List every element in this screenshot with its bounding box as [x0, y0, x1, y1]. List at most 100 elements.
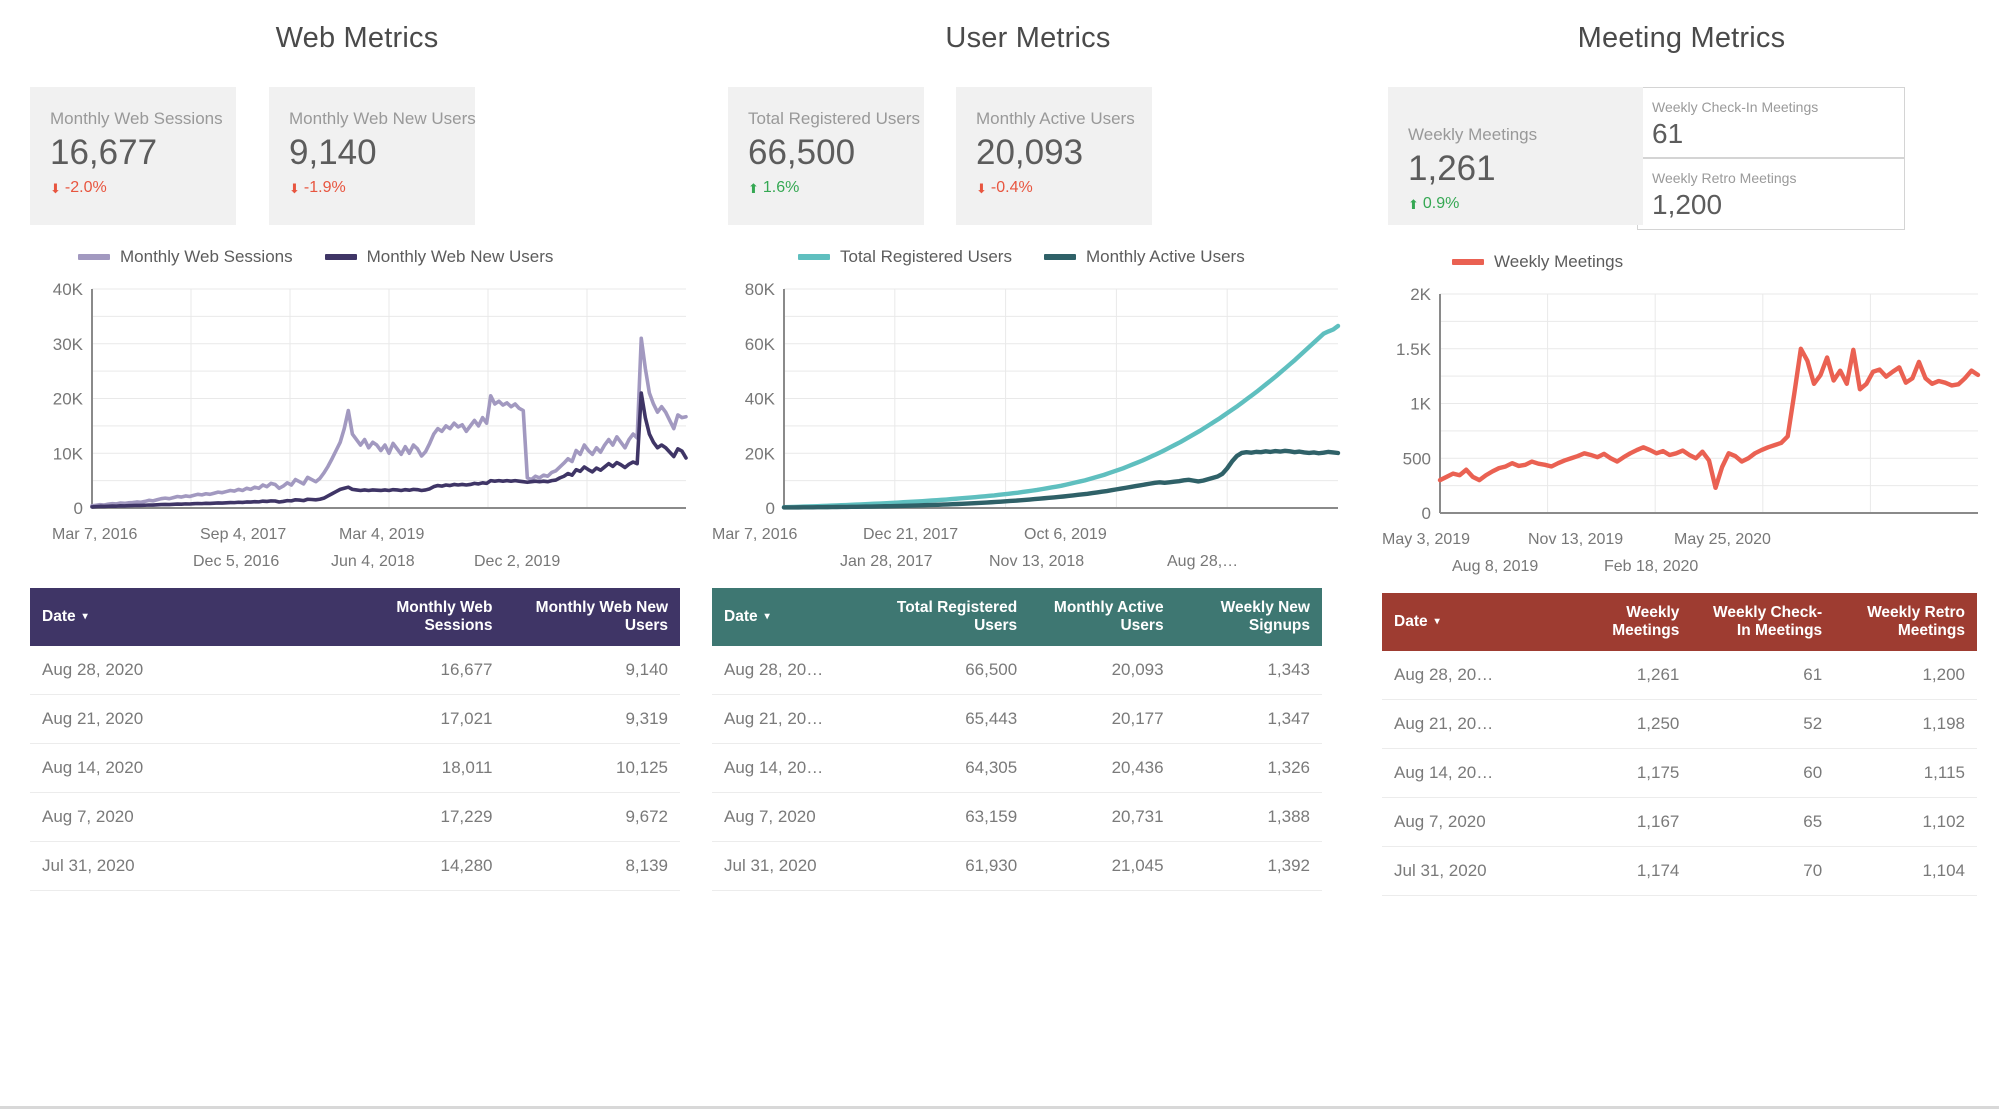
cell-value: 70: [1691, 846, 1835, 896]
table-row[interactable]: Aug 7, 2020 63,159 20,731 1,388: [712, 792, 1322, 842]
cell-value: 1,174: [1548, 846, 1692, 896]
chart-user-metrics[interactable]: 0 20K 40K 60K 80K: [712, 281, 1344, 526]
scorecard-label: Total Registered Users: [748, 109, 920, 128]
legend-label: Weekly Meetings: [1494, 252, 1624, 271]
scorecard-delta-value: 1.6%: [762, 179, 800, 196]
cell-date: Aug 7, 2020: [30, 792, 329, 842]
legend-item[interactable]: Monthly Web Sessions: [78, 247, 293, 267]
table-header-row: Date ▾ Monthly Web Sessions Monthly Web N…: [30, 588, 680, 646]
sort-caret-icon: ▾: [1434, 615, 1440, 627]
scorecard-delta: ⬇ -1.9%: [289, 179, 475, 197]
svg-text:10K: 10K: [53, 444, 84, 463]
x-tick-label: May 25, 2020: [1674, 531, 1771, 548]
cell-value: 63,159: [882, 792, 1030, 842]
scorecard-weekly-retro-meetings[interactable]: Weekly Retro Meetings 1,200: [1638, 157, 1904, 229]
cell-date: Aug 7, 2020: [1382, 797, 1549, 847]
column-header-monthly-web-new-users[interactable]: Monthly Web New Users: [504, 588, 680, 646]
svg-text:40K: 40K: [745, 390, 776, 409]
scorecard-monthly-web-sessions[interactable]: Monthly Web Sessions 16,677 ⬇ -2.0%: [30, 87, 236, 225]
svg-text:500: 500: [1403, 449, 1431, 468]
table-row[interactable]: Jul 31, 2020 1,174 70 1,104: [1382, 846, 1977, 896]
column-header-monthly-web-sessions[interactable]: Monthly Web Sessions: [329, 588, 505, 646]
cell-value: 20,093: [1029, 646, 1176, 695]
chart-x-labels-user: Mar 7, 2016 Jan 28, 2017 Dec 21, 2017 No…: [712, 526, 1344, 582]
table-web-metrics[interactable]: Date ▾ Monthly Web Sessions Monthly Web N…: [30, 588, 680, 891]
cell-value: 1,167: [1548, 797, 1692, 847]
table-row[interactable]: Jul 31, 2020 14,280 8,139: [30, 841, 680, 891]
scorecard-delta: ⬆ 1.6%: [748, 179, 924, 197]
cell-value: 10,125: [504, 743, 680, 793]
svg-text:40K: 40K: [53, 281, 84, 299]
cell-value: 20,436: [1029, 743, 1176, 793]
legend-label: Total Registered Users: [840, 247, 1012, 266]
cell-value: 21,045: [1029, 841, 1176, 891]
scorecard-value: 1,261: [1408, 149, 1496, 188]
legend-item[interactable]: Monthly Active Users: [1043, 247, 1245, 267]
cell-date: Jul 31, 2020: [712, 841, 883, 891]
scorecard-label: Weekly Retro Meetings: [1652, 170, 1797, 186]
cell-value: 9,672: [504, 792, 680, 842]
scorecard-monthly-web-new-users[interactable]: Monthly Web New Users 9,140 ⬇ -1.9%: [269, 87, 476, 225]
table-row[interactable]: Aug 7, 2020 1,167 65 1,102: [1382, 797, 1977, 847]
column-header-total-registered-users[interactable]: Total Registered Users: [882, 588, 1030, 646]
table-user-metrics[interactable]: Date ▾ Total Registered Users Monthly Act…: [712, 588, 1322, 891]
cell-value: 52: [1691, 699, 1835, 749]
table-row[interactable]: Aug 28, 20… 1,261 61 1,200: [1382, 651, 1977, 700]
column-header-date[interactable]: Date ▾: [1382, 593, 1549, 651]
arrow-up-icon: ⬆: [748, 180, 759, 196]
legend-item[interactable]: Weekly Meetings: [1452, 252, 1623, 272]
table-row[interactable]: Aug 14, 20… 1,175 60 1,115: [1382, 748, 1977, 798]
svg-text:2K: 2K: [1410, 286, 1431, 304]
table-row[interactable]: Aug 28, 2020 16,677 9,140: [30, 646, 680, 695]
sort-caret-icon: ▾: [82, 610, 88, 622]
chart-web-metrics[interactable]: 0 10K 20K 30K 40K: [30, 281, 688, 526]
column-header-weekly-checkin-meetings[interactable]: Weekly Check-In Meetings: [1691, 593, 1835, 651]
page-title-user: User Metrics: [945, 22, 1111, 54]
page-title-meeting: Meeting Metrics: [1577, 22, 1786, 54]
cell-value: 1,326: [1175, 743, 1322, 793]
x-tick-label: Mar 4, 2019: [339, 526, 425, 543]
scorecard-row-user: Total Registered Users 66,500 ⬆ 1.6% Mon…: [728, 87, 1344, 225]
legend-swatch-icon: [1043, 254, 1076, 260]
scorecard-value: 1,200: [1652, 189, 1723, 220]
cell-value: 65,443: [882, 694, 1030, 744]
scorecard-total-registered-users[interactable]: Total Registered Users 66,500 ⬆ 1.6%: [728, 87, 924, 225]
cell-value: 1,175: [1548, 748, 1692, 798]
cell-value: 18,011: [329, 743, 505, 793]
sort-caret-icon: ▾: [764, 610, 770, 622]
x-tick-label: Sep 4, 2017: [200, 526, 287, 543]
cell-date: Jul 31, 2020: [1382, 846, 1549, 896]
cell-date: Aug 14, 2020: [30, 743, 329, 793]
scorecard-weekly-checkin-meetings[interactable]: Weekly Check-In Meetings 61: [1638, 88, 1904, 157]
column-header-weekly-retro-meetings[interactable]: Weekly Retro Meetings: [1834, 593, 1977, 651]
table-row[interactable]: Aug 14, 2020 18,011 10,125: [30, 743, 680, 793]
table-row[interactable]: Aug 21, 2020 17,021 9,319: [30, 694, 680, 744]
chart-meeting-metrics[interactable]: 0 500 1K 1.5K 2K: [1382, 286, 1981, 531]
column-header-monthly-active-users[interactable]: Monthly Active Users: [1029, 588, 1176, 646]
x-tick-label: Oct 6, 2019: [1024, 526, 1107, 543]
table-meeting-metrics[interactable]: Date ▾ Weekly Meetings Weekly Check-In Me…: [1382, 593, 1977, 896]
x-tick-label: Mar 7, 2016: [712, 526, 798, 543]
column-header-date[interactable]: Date ▾: [30, 588, 329, 646]
legend-item[interactable]: Monthly Web New Users: [324, 247, 553, 267]
dashboard: Web Metrics Monthly Web Sessions 16,677 …: [0, 0, 1999, 1109]
cell-value: 1,347: [1175, 694, 1322, 744]
table-row[interactable]: Aug 21, 20… 1,250 52 1,198: [1382, 699, 1977, 749]
x-tick-label: Dec 5, 2016: [193, 553, 280, 570]
scorecard-stack-meeting-breakdown: Weekly Check-In Meetings 61 Weekly Retro…: [1637, 87, 1905, 230]
table-row[interactable]: Jul 31, 2020 61,930 21,045 1,392: [712, 841, 1322, 891]
cell-value: 1,261: [1548, 651, 1692, 700]
legend-swatch-icon: [324, 254, 357, 260]
table-row[interactable]: Aug 28, 20… 66,500 20,093 1,343: [712, 646, 1322, 695]
column-header-weekly-new-signups[interactable]: Weekly New Signups: [1175, 588, 1322, 646]
column-header-weekly-meetings[interactable]: Weekly Meetings: [1548, 593, 1692, 651]
table-row[interactable]: Aug 14, 20… 64,305 20,436 1,326: [712, 743, 1322, 793]
table-row[interactable]: Aug 7, 2020 17,229 9,672: [30, 792, 680, 842]
svg-text:30K: 30K: [53, 335, 84, 354]
table-row[interactable]: Aug 21, 20… 65,443 20,177 1,347: [712, 694, 1322, 744]
legend-item[interactable]: Total Registered Users: [798, 247, 1012, 267]
scorecard-monthly-active-users[interactable]: Monthly Active Users 20,093 ⬇ -0.4%: [956, 87, 1152, 225]
scorecard-weekly-meetings[interactable]: Weekly Meetings 1,261 ⬆ 0.9%: [1388, 87, 1643, 225]
column-header-date[interactable]: Date ▾: [712, 588, 883, 646]
chart-legend-meeting: Weekly Meetings: [1382, 252, 1981, 272]
